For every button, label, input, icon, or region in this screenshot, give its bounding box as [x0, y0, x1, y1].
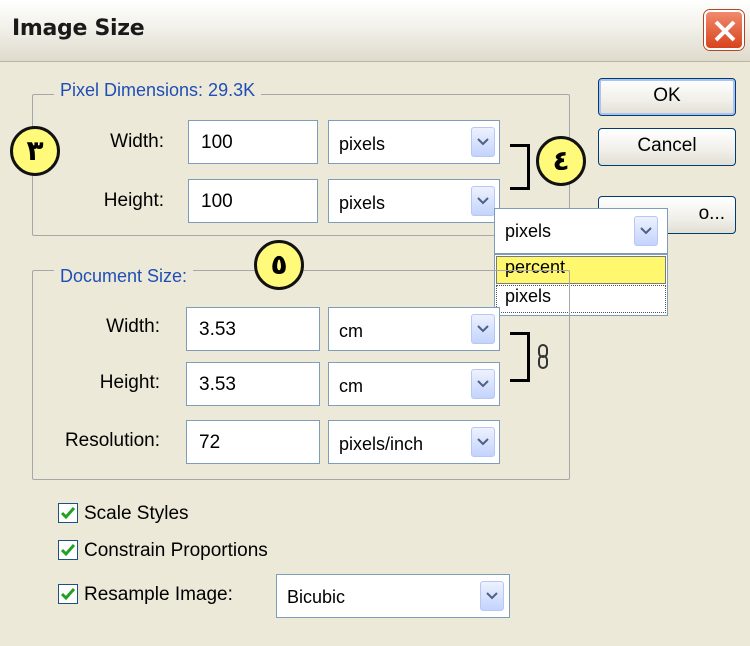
- annotation-badge-4: ٤: [536, 136, 586, 186]
- chain-link-icon: [536, 344, 550, 375]
- checkmark-icon: [61, 544, 75, 557]
- close-button[interactable]: [704, 10, 744, 50]
- doc-width-unit-dropdown-button[interactable]: [471, 314, 495, 344]
- chevron-down-icon: [477, 138, 489, 146]
- resample-method-value: Bicubic: [287, 587, 346, 607]
- pixel-height-unit-dropdown-button[interactable]: [471, 186, 495, 216]
- resample-image-checkbox[interactable]: [58, 584, 78, 604]
- unit-dropdown-selected: pixels: [505, 221, 552, 241]
- constrain-proportions-checkbox[interactable]: [58, 540, 78, 560]
- resample-method-dropdown-button[interactable]: [480, 581, 504, 611]
- resample-method-select[interactable]: Bicubic: [276, 574, 510, 618]
- doc-height-unit-value: cm: [339, 376, 363, 396]
- resample-image-label[interactable]: Resample Image:: [84, 584, 233, 606]
- doc-width-input[interactable]: 3.53: [186, 307, 320, 351]
- doc-width-unit-value: cm: [339, 321, 363, 341]
- document-link-bracket: [510, 332, 530, 382]
- scale-styles-label[interactable]: Scale Styles: [84, 503, 189, 525]
- chevron-down-icon: [486, 592, 498, 600]
- unit-dropdown-button[interactable]: [634, 216, 658, 246]
- chevron-down-icon: [477, 197, 489, 205]
- resolution-unit-value: pixels/inch: [339, 434, 424, 454]
- pixel-height-unit-value: pixels: [339, 193, 386, 213]
- cancel-button[interactable]: Cancel: [598, 128, 736, 166]
- ok-button[interactable]: OK: [598, 78, 736, 116]
- resolution-label: Resolution:: [64, 430, 160, 451]
- pixel-width-unit-value: pixels: [339, 134, 386, 154]
- pixel-link-bracket: [510, 144, 530, 190]
- checkmark-icon: [61, 588, 75, 601]
- doc-height-input[interactable]: 3.53: [186, 362, 320, 406]
- window-title: Image Size: [12, 16, 145, 41]
- resolution-unit-dropdown-button[interactable]: [471, 427, 495, 457]
- annotation-badge-5: ٥: [254, 240, 304, 290]
- annotation-badge-3: ٣: [10, 126, 60, 176]
- pixel-dimensions-legend: Pixel Dimensions: 29.3K: [54, 80, 262, 101]
- document-size-legend: Document Size:: [54, 266, 194, 287]
- pixel-width-input[interactable]: 100: [188, 120, 318, 164]
- scale-styles-checkbox[interactable]: [58, 503, 78, 523]
- pixel-height-label: Height:: [103, 190, 164, 211]
- pixel-height-input[interactable]: 100: [188, 179, 318, 223]
- chevron-down-icon: [477, 380, 489, 388]
- doc-height-label: Height:: [99, 372, 160, 393]
- chevron-down-icon: [640, 227, 652, 235]
- chevron-down-icon: [477, 325, 489, 333]
- close-icon: [714, 20, 736, 42]
- constrain-proportions-label[interactable]: Constrain Proportions: [84, 540, 268, 562]
- doc-width-label: Width:: [106, 316, 160, 337]
- resolution-input[interactable]: 72: [186, 420, 320, 464]
- chevron-down-icon: [477, 438, 489, 446]
- checkmark-icon: [61, 507, 75, 520]
- pixel-width-label: Width:: [110, 131, 164, 152]
- doc-height-unit-dropdown-button[interactable]: [471, 369, 495, 399]
- pixel-width-unit-dropdown-button[interactable]: [471, 127, 495, 157]
